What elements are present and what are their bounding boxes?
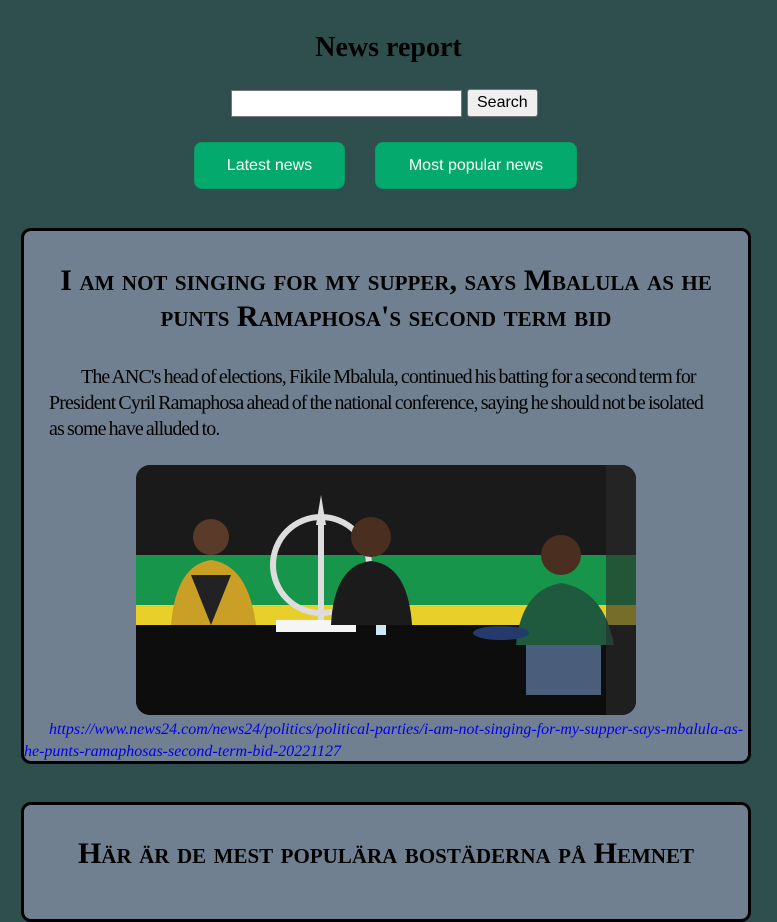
article-summary: The ANC's head of elections, Fikile Mbal…	[49, 366, 704, 440]
article-headline[interactable]: I am not singing for my supper, says Mba…	[24, 263, 748, 335]
page-title: News report	[315, 32, 462, 63]
article-headline[interactable]: Här är de mest populära bostäderna på He…	[24, 836, 748, 872]
latest-news-button[interactable]: Latest news	[194, 142, 345, 189]
search-button[interactable]: Search	[467, 89, 538, 117]
most-popular-news-button[interactable]: Most popular news	[375, 142, 577, 189]
article-card: I am not singing for my supper, says Mba…	[21, 228, 751, 764]
search-bar: Search	[231, 89, 538, 117]
article-card: Här är de mest populära bostäderna på He…	[21, 802, 751, 922]
search-input[interactable]	[231, 89, 462, 117]
article-photo	[136, 465, 636, 715]
article-source-link[interactable]: https://www.news24.com/news24/politics/p…	[24, 719, 748, 763]
